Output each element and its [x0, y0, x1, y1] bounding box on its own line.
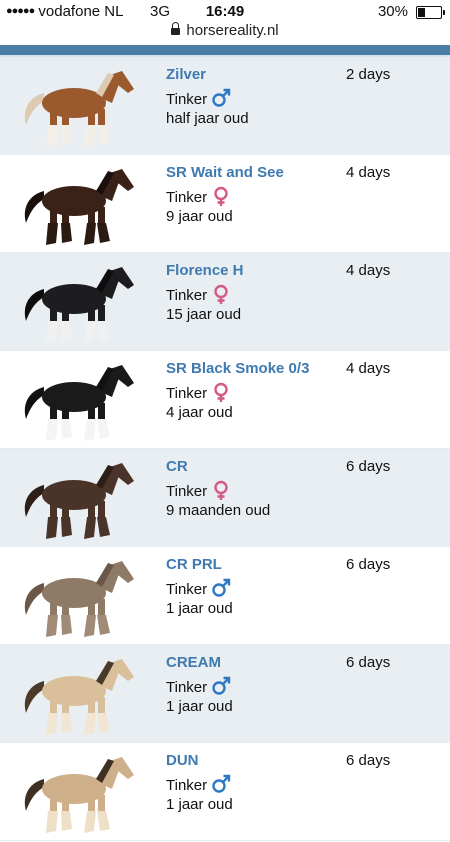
horse-row[interactable]: Zilver Tinker half jaar oud 2 days: [0, 57, 450, 155]
battery-icon: [416, 6, 445, 19]
horse-list: Zilver Tinker half jaar oud 2 days SR Wait a…: [0, 57, 450, 841]
address-bar[interactable]: horsereality.nl: [0, 22, 450, 44]
horse-breed: Tinker: [166, 483, 208, 500]
horse-thumbnail[interactable]: [14, 651, 142, 739]
horse-row[interactable]: SR Wait and See Tinker 9 jaar oud 4 days: [0, 155, 450, 253]
horse-breed: Tinker: [166, 287, 208, 304]
horse-age: 9 jaar oud: [166, 208, 233, 225]
horse-breed: Tinker: [166, 91, 208, 108]
horse-image[interactable]: [14, 63, 142, 151]
male-icon: [212, 88, 231, 107]
horse-age: 9 maanden oud: [166, 502, 271, 519]
horse-name-link[interactable]: CR PRL: [166, 556, 222, 573]
horse-row[interactable]: CREAM Tinker 1 jaar oud 6 days: [0, 645, 450, 743]
horse-thumbnail[interactable]: [14, 259, 142, 347]
battery-percent: 30%: [377, 3, 408, 20]
horse-breed-line: Tinker: [166, 284, 231, 304]
horse-time-ago: 6 days: [346, 556, 391, 573]
url-text: horsereality.nl: [186, 22, 279, 39]
horse-breed-line: Tinker: [166, 382, 231, 402]
horse-row[interactable]: CR Tinker 9 maanden oud 6 days: [0, 449, 450, 547]
horse-thumbnail[interactable]: [14, 63, 142, 151]
horse-name-link[interactable]: CR: [166, 458, 188, 475]
horse-name-link[interactable]: Florence H: [166, 262, 244, 279]
horse-thumbnail[interactable]: [14, 357, 142, 445]
horse-name-link[interactable]: SR Black Smoke 0/3: [166, 360, 309, 377]
horse-image[interactable]: [14, 553, 142, 641]
horse-row[interactable]: SR Black Smoke 0/3 Tinker 4 jaar oud 4 days: [0, 351, 450, 449]
horse-row[interactable]: CR PRL Tinker 1 jaar oud 6 days: [0, 547, 450, 645]
horse-image[interactable]: [14, 259, 142, 347]
horse-time-ago: 6 days: [346, 752, 391, 769]
horse-breed: Tinker: [166, 581, 208, 598]
horse-name-link[interactable]: DUN: [166, 752, 199, 769]
horse-name-link[interactable]: CREAM: [166, 654, 221, 671]
horse-age: 15 jaar oud: [166, 306, 242, 323]
horse-breed: Tinker: [166, 679, 208, 696]
horse-breed: Tinker: [166, 189, 208, 206]
horse-breed-line: Tinker: [166, 774, 231, 794]
male-icon: [212, 676, 231, 695]
horse-thumbnail[interactable]: [14, 161, 142, 249]
horse-breed-line: Tinker: [166, 186, 231, 206]
horse-breed-line: Tinker: [166, 676, 231, 696]
horse-age: half jaar oud: [166, 110, 249, 127]
horse-breed: Tinker: [166, 385, 208, 402]
horse-image[interactable]: [14, 161, 142, 249]
horse-age: 1 jaar oud: [166, 698, 233, 715]
horse-row[interactable]: Florence H Tinker 15 jaar oud 4 days: [0, 253, 450, 351]
horse-breed-line: Tinker: [166, 88, 231, 108]
horse-image[interactable]: [14, 455, 142, 543]
horse-name-link[interactable]: Zilver: [166, 66, 206, 83]
horse-image[interactable]: [14, 749, 142, 837]
horse-time-ago: 4 days: [346, 360, 391, 377]
horse-thumbnail[interactable]: [14, 749, 142, 837]
horse-image[interactable]: [14, 651, 142, 739]
horse-breed-line: Tinker: [166, 480, 231, 500]
horse-time-ago: 6 days: [346, 654, 391, 671]
female-icon: [214, 284, 228, 304]
horse-time-ago: 6 days: [346, 458, 391, 475]
female-icon: [214, 480, 228, 500]
status-bar: ●●●●● vodafone NL 3G 16:49 30%: [0, 0, 450, 24]
horse-age: 4 jaar oud: [166, 404, 233, 421]
male-icon: [212, 774, 231, 793]
female-icon: [214, 186, 228, 206]
horse-image[interactable]: [14, 357, 142, 445]
horse-time-ago: 2 days: [346, 66, 391, 83]
horse-row[interactable]: DUN Tinker 1 jaar oud 6 days: [0, 743, 450, 841]
horse-time-ago: 4 days: [346, 262, 391, 279]
horse-age: 1 jaar oud: [166, 796, 233, 813]
horse-name-link[interactable]: SR Wait and See: [166, 164, 284, 181]
horse-time-ago: 4 days: [346, 164, 391, 181]
horse-age: 1 jaar oud: [166, 600, 233, 617]
horse-thumbnail[interactable]: [14, 455, 142, 543]
male-icon: [212, 578, 231, 597]
lock-icon: [171, 22, 181, 35]
horse-breed: Tinker: [166, 777, 208, 794]
female-icon: [214, 382, 228, 402]
header-band: [0, 45, 450, 57]
horse-breed-line: Tinker: [166, 578, 231, 598]
horse-thumbnail[interactable]: [14, 553, 142, 641]
